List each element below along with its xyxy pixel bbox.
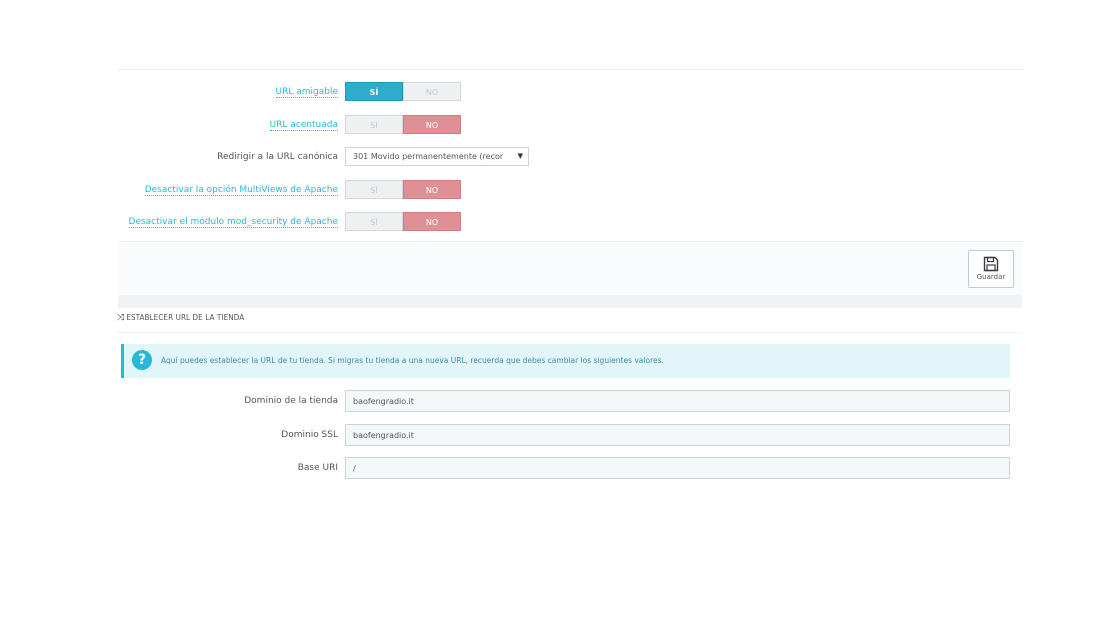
info-alert: ? Aquí puedes establecer la URL de tu ti… bbox=[121, 344, 1010, 378]
save-button-label: Guardar bbox=[976, 273, 1006, 281]
multiviews-yes[interactable]: SÍ bbox=[345, 180, 403, 199]
row-multiviews: Desactivar la opción MultiViews de Apach… bbox=[118, 180, 1022, 200]
dominio-ssl-label: Dominio SSL bbox=[281, 430, 338, 440]
url-acentuada-switch[interactable]: SÍ NO bbox=[345, 115, 461, 134]
dominio-ssl-input[interactable] bbox=[345, 424, 1010, 446]
section-heading: ⤨ ESTABLECER URL DE LA TIENDA bbox=[117, 313, 1022, 333]
section-separator bbox=[118, 295, 1022, 308]
dominio-tienda-label: Dominio de la tienda bbox=[244, 396, 338, 406]
shuffle-icon: ⤨ bbox=[117, 313, 125, 323]
row-mod-security: Desactivar el módulo mod_security de Apa… bbox=[118, 212, 1022, 232]
url-amigable-label: URL amigable bbox=[275, 87, 338, 98]
base-uri-input[interactable] bbox=[345, 457, 1010, 479]
mod-security-label: Desactivar el módulo mod_security de Apa… bbox=[128, 217, 338, 228]
url-acentuada-yes[interactable]: SÍ bbox=[345, 115, 403, 134]
save-button[interactable]: Guardar bbox=[968, 250, 1014, 288]
url-amigable-no[interactable]: NO bbox=[403, 82, 461, 101]
question-circle-icon: ? bbox=[132, 350, 152, 370]
multiviews-no[interactable]: NO bbox=[403, 180, 461, 199]
row-dominio-tienda: Dominio de la tienda bbox=[118, 390, 1022, 412]
dominio-tienda-input[interactable] bbox=[345, 390, 1010, 412]
redirigir-select[interactable]: 301 Movido permanentemente (recor ▼ bbox=[345, 147, 529, 166]
redirigir-label: Redirigir a la URL canónica bbox=[217, 152, 338, 162]
url-amigable-yes[interactable]: SÍ bbox=[345, 82, 403, 101]
info-alert-text: Aquí puedes establecer la URL de tu tien… bbox=[161, 356, 664, 365]
mod-security-no[interactable]: NO bbox=[403, 212, 461, 231]
top-divider bbox=[118, 69, 1022, 70]
panel-footer: Guardar bbox=[118, 241, 1022, 296]
mod-security-switch[interactable]: SÍ NO bbox=[345, 212, 461, 231]
redirigir-select-value: 301 Movido permanentemente (recor bbox=[353, 152, 504, 161]
row-url-amigable: URL amigable SÍ NO bbox=[118, 82, 1022, 102]
floppy-disk-icon bbox=[983, 256, 999, 272]
row-url-acentuada: URL acentuada SÍ NO bbox=[118, 115, 1022, 135]
row-base-uri: Base URI bbox=[118, 457, 1022, 479]
section-heading-text: ESTABLECER URL DE LA TIENDA bbox=[126, 313, 245, 322]
caret-down-icon: ▼ bbox=[517, 152, 523, 160]
url-acentuada-label: URL acentuada bbox=[269, 120, 338, 131]
row-redirigir: Redirigir a la URL canónica 301 Movido p… bbox=[118, 147, 1022, 167]
url-acentuada-no[interactable]: NO bbox=[403, 115, 461, 134]
url-amigable-switch[interactable]: SÍ NO bbox=[345, 82, 461, 101]
multiviews-switch[interactable]: SÍ NO bbox=[345, 180, 461, 199]
mod-security-yes[interactable]: SÍ bbox=[345, 212, 403, 231]
multiviews-label: Desactivar la opción MultiViews de Apach… bbox=[144, 185, 338, 196]
base-uri-label: Base URI bbox=[297, 463, 338, 473]
row-dominio-ssl: Dominio SSL bbox=[118, 424, 1022, 446]
